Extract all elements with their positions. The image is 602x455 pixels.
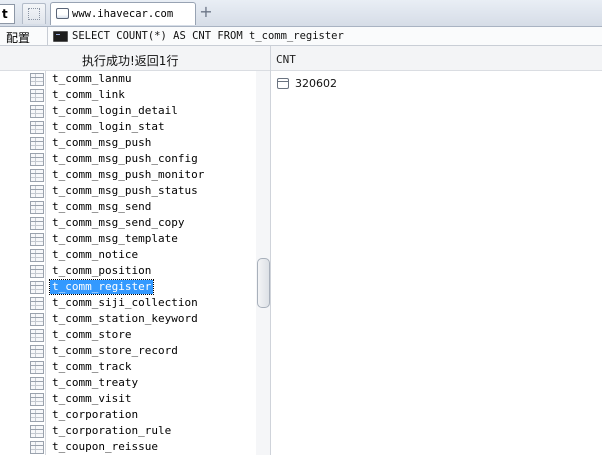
table-list-item[interactable]: t_comm_track <box>30 359 256 375</box>
table-icon <box>30 361 44 374</box>
table-name-label: t_comm_store <box>52 328 132 341</box>
table-icon <box>30 89 44 102</box>
table-icon <box>30 329 44 342</box>
table-list-item[interactable]: t_comm_store <box>30 327 256 343</box>
result-header-row: 执行成功!返回1行 CNT <box>0 46 602 71</box>
table-list-item[interactable]: t_comm_msg_send <box>30 199 256 215</box>
table-name-label: t_comm_msg_push_monitor <box>52 168 205 181</box>
table-list-item[interactable]: t_comm_msg_push <box>30 135 256 151</box>
cnt-value: 320602 <box>295 77 337 90</box>
table-name-label: t_comm_notice <box>52 248 139 261</box>
table-icon <box>30 377 44 390</box>
table-name-label: t_comm_msg_push_config <box>52 152 198 165</box>
pane-divider[interactable] <box>270 46 271 455</box>
table-list-item[interactable]: t_comm_treaty <box>30 375 256 391</box>
table-icon <box>30 265 44 278</box>
table-list-item[interactable]: t_comm_station_keyword <box>30 311 256 327</box>
table-list-item[interactable]: t_comm_link <box>30 87 256 103</box>
table-name-label: t_comm_msg_template <box>52 232 178 245</box>
table-icon <box>30 441 44 454</box>
table-icon <box>30 409 44 422</box>
table-name-label: t_coupon_reissue <box>52 440 158 453</box>
column-header-cnt[interactable]: CNT <box>276 53 296 66</box>
table-name-label: t_comm_msg_push <box>52 136 152 149</box>
table-name-label: t_comm_treaty <box>52 376 139 389</box>
table-list-item[interactable]: t_comm_msg_push_monitor <box>30 167 256 183</box>
page-icon <box>56 8 69 19</box>
table-icon <box>30 345 44 358</box>
table-icon <box>30 281 44 294</box>
table-icon <box>30 201 44 214</box>
table-icon <box>30 73 44 86</box>
table-list: t_comm_lanmu t_comm_link t_comm_login_deta… <box>0 71 256 455</box>
table-list-item[interactable]: t_comm_login_stat <box>30 119 256 135</box>
new-tab-button[interactable]: + <box>199 4 213 20</box>
table-list-item[interactable]: t_comm_msg_template <box>30 231 256 247</box>
table-icon <box>30 121 44 134</box>
table-name-label: t_comm_track <box>52 360 132 373</box>
table-icon <box>30 297 44 310</box>
config-button[interactable]: 配置 <box>6 29 30 46</box>
table-list-item[interactable]: t_comm_notice <box>30 247 256 263</box>
table-list-item[interactable]: t_comm_visit <box>30 391 256 407</box>
table-icon <box>30 233 44 246</box>
table-list-item[interactable]: t_comm_position <box>30 263 256 279</box>
table-icon <box>30 425 44 438</box>
scrollbar-thumb[interactable] <box>257 258 270 308</box>
table-icon <box>30 169 44 182</box>
table-name-label: t_comm_lanmu <box>52 72 132 85</box>
table-list-item[interactable]: t_comm_login_detail <box>30 103 256 119</box>
tab-title: www.ihavecar.com <box>72 8 174 20</box>
table-name-label: t_comm_login_stat <box>52 120 165 133</box>
table-name-label: t_corporation_rule <box>52 424 172 437</box>
table-list-scrollbar[interactable] <box>256 71 270 455</box>
table-icon <box>30 217 44 230</box>
table-icon <box>30 105 44 118</box>
table-icon <box>30 153 44 166</box>
table-name-label: t_comm_msg_push_status <box>52 184 198 197</box>
table-name-label: t_comm_msg_send_copy <box>52 216 185 229</box>
tab-bar: t www.ihavecar.com + <box>0 0 602 27</box>
table-icon <box>30 393 44 406</box>
table-list-item[interactable]: t_corporation_rule <box>30 423 256 439</box>
table-name-label: t_comm_visit <box>52 392 132 405</box>
table-list-item[interactable]: t_corporation <box>30 407 256 423</box>
table-name-label: t_comm_link <box>52 88 125 101</box>
toolbar-divider <box>47 27 48 45</box>
table-list-item[interactable]: t_comm_store_record <box>30 343 256 359</box>
table-icon <box>30 137 44 150</box>
table-list-item[interactable]: t_comm_lanmu <box>30 71 256 87</box>
table-icon <box>30 313 44 326</box>
tab-partial-left[interactable]: t <box>0 4 15 24</box>
table-list-item[interactable]: t_comm_msg_push_config <box>30 151 256 167</box>
tab-active[interactable]: www.ihavecar.com <box>50 2 196 25</box>
table-name-label: t_comm_register <box>48 279 155 295</box>
table-name-label: t_comm_store_record <box>52 344 178 357</box>
terminal-icon <box>53 31 68 42</box>
blank-page-icon <box>28 8 40 20</box>
query-toolbar: 配置 SELECT COUNT(*) AS CNT FROM t_comm_re… <box>0 27 602 46</box>
table-icon <box>30 185 44 198</box>
tab-blank[interactable] <box>22 3 46 24</box>
table-name-label: t_comm_position <box>52 264 152 277</box>
table-name-label: t_comm_station_keyword <box>52 312 198 325</box>
table-name-label: t_comm_login_detail <box>52 104 178 117</box>
table-name-label: t_comm_msg_send <box>52 200 152 213</box>
table-list-item[interactable]: t_comm_register <box>30 279 256 295</box>
table-list-item[interactable]: t_comm_siji_collection <box>30 295 256 311</box>
table-icon <box>30 249 44 262</box>
sql-query-text[interactable]: SELECT COUNT(*) AS CNT FROM t_comm_regis… <box>72 30 344 42</box>
status-message: 执行成功!返回1行 <box>82 54 179 68</box>
table-list-item[interactable]: t_comm_msg_send_copy <box>30 215 256 231</box>
table-list-item[interactable]: t_comm_msg_push_status <box>30 183 256 199</box>
record-icon <box>277 78 289 89</box>
table-list-item[interactable]: t_coupon_reissue <box>30 439 256 455</box>
table-name-label: t_corporation <box>52 408 139 421</box>
table-name-label: t_comm_siji_collection <box>52 296 198 309</box>
